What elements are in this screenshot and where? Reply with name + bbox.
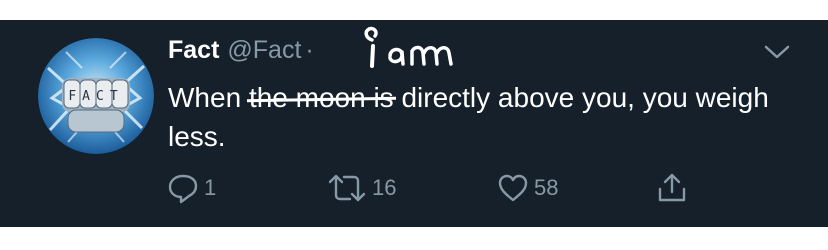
- tweet-text-start: When: [168, 82, 249, 113]
- bottom-margin: [0, 227, 828, 250]
- handwritten-annotation: [364, 26, 453, 68]
- reply-icon: [168, 174, 198, 204]
- retweet-count: 16: [372, 175, 397, 200]
- avatar-logo-text: FACT: [68, 89, 123, 104]
- chevron-down-icon[interactable]: [762, 40, 792, 62]
- display-name[interactable]: Fact: [168, 36, 219, 65]
- share-button[interactable]: [654, 168, 690, 208]
- header-separator: ·: [305, 36, 314, 64]
- like-button[interactable]: 58: [496, 168, 558, 208]
- tweet-text: When the moon is directly above you, you…: [168, 78, 788, 156]
- reply-count: 1: [204, 175, 217, 200]
- retweet-button[interactable]: 16: [326, 168, 396, 208]
- struck-through-text: the moon is: [249, 78, 394, 117]
- like-icon: [498, 174, 528, 202]
- share-icon: [658, 173, 686, 202]
- tweet-card[interactable]: FACT Fact @Fact · When the moon is direc…: [0, 20, 828, 227]
- like-count: 58: [534, 175, 559, 200]
- reply-button[interactable]: 1: [166, 168, 216, 208]
- user-handle[interactable]: @Fact: [227, 36, 301, 65]
- tweet-actions: 1 16 58: [0, 168, 828, 208]
- fact-logo: FACT: [38, 38, 154, 154]
- tweet-header: Fact @Fact ·: [168, 36, 314, 66]
- top-margin: [0, 0, 828, 20]
- retweet-icon: [328, 174, 366, 202]
- avatar[interactable]: FACT: [38, 38, 154, 154]
